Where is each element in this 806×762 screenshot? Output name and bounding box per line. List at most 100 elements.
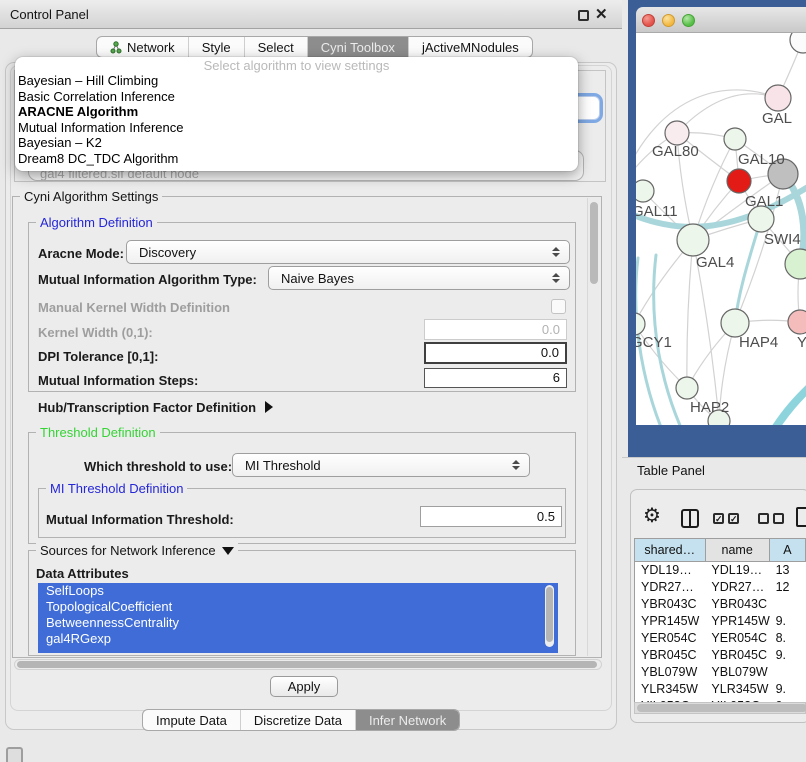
attribute-list-item[interactable]: TopologicalCoefficient [38, 599, 558, 615]
tab-discretize-data[interactable]: Discretize Data [241, 710, 356, 730]
kernel-width-input[interactable]: 0.0 [424, 319, 567, 340]
settings-scrollbar[interactable] [587, 198, 599, 656]
which-threshold-label: Which threshold to use: [84, 459, 232, 474]
tab-select[interactable]: Select [245, 37, 308, 57]
table-cell: 9. [770, 681, 806, 698]
tab-label: Infer Network [369, 710, 446, 731]
table-cell: YER054C [635, 630, 705, 647]
sources-title[interactable]: Sources for Network Inference [36, 543, 238, 558]
dropdown-item[interactable]: Dream8 DC_TDC Algorithm [15, 151, 578, 167]
tab-jactivemnodules[interactable]: jActiveMNodules [409, 37, 532, 57]
attribute-list-item[interactable]: BetweennessCentrality [38, 615, 558, 631]
gear-icon[interactable]: ⚙ [643, 503, 661, 529]
table-header-row[interactable]: shared…nameA [635, 539, 806, 562]
zoom-traffic-light-icon[interactable] [682, 14, 695, 27]
network-window-titlebar[interactable] [636, 7, 806, 33]
stepper-arrows-icon [552, 273, 560, 283]
aracne-mode-combobox[interactable]: Discovery [126, 240, 570, 264]
dropdown-item[interactable]: Mutual Information Inference [15, 120, 578, 136]
table-cell: YPR145W [635, 613, 705, 630]
node-table[interactable]: shared…nameA YDL19…YDL19…13YDR27…YDR27…1… [634, 538, 806, 702]
network-node[interactable] [676, 377, 698, 399]
table-horizontal-scrollbar[interactable] [634, 702, 806, 714]
status-corner-icon[interactable] [6, 747, 23, 762]
export-table-icon[interactable] [796, 507, 806, 527]
table-cell: YBR043C [635, 596, 705, 613]
deselect-all-checkbox-icon[interactable] [773, 513, 784, 524]
node-label: GAL80 [652, 143, 699, 160]
table-row[interactable]: YBR045CYBR045C9. [635, 647, 806, 664]
table-row[interactable]: YER054CYER054C8. [635, 630, 806, 647]
mi-steps-input[interactable]: 6 [424, 368, 567, 388]
float-window-icon[interactable] [578, 10, 589, 21]
table-row[interactable]: YBL079WYBL079W [635, 664, 806, 681]
attribute-list-item[interactable]: SelfLoops [38, 583, 558, 599]
network-node[interactable] [721, 309, 749, 337]
node-label: GCY1 [636, 334, 672, 351]
stepper-arrows-icon [552, 247, 560, 257]
network-node[interactable] [790, 33, 806, 53]
manual-kernel-checkbox[interactable] [551, 299, 566, 314]
select-all-checkbox-icon[interactable]: ✓ [728, 513, 739, 524]
dropdown-item[interactable]: ARACNE Algorithm [15, 104, 578, 120]
hub-definition-toggle[interactable]: Hub/Transcription Factor Definition [38, 400, 273, 415]
mi-threshold-input[interactable]: 0.5 [420, 506, 562, 527]
table-cell: YBR043C [705, 596, 769, 613]
table-column-header[interactable]: A [770, 539, 806, 562]
table-body[interactable]: YDL19…YDL19…13YDR27…YDR27…12YBR043CYBR04… [635, 562, 806, 702]
table-row[interactable]: YBR043CYBR043C [635, 596, 806, 613]
which-threshold-combobox[interactable]: MI Threshold [232, 453, 530, 477]
dpi-tolerance-input[interactable]: 0.0 [424, 342, 567, 364]
node-label: GAL11 [636, 203, 678, 220]
dropdown-item-list: Bayesian – Hill ClimbingBasic Correlatio… [15, 73, 578, 166]
node-label: GAL1 [745, 193, 783, 210]
aracne-mode-value: Discovery [139, 245, 196, 260]
table-cell: 13 [770, 562, 806, 579]
dropdown-item[interactable]: Basic Correlation Inference [15, 89, 578, 105]
network-node[interactable] [636, 180, 654, 202]
network-canvas[interactable]: GALGAL80GAL10GAL1GAL11SWI4GAL4GCY1HAP4YH… [636, 33, 806, 425]
minimize-traffic-light-icon[interactable] [662, 14, 675, 27]
close-icon[interactable]: ✕ [595, 5, 608, 23]
tab-impute-data[interactable]: Impute Data [143, 710, 241, 730]
mi-type-combobox[interactable]: Naive Bayes [268, 266, 570, 290]
dropdown-item[interactable]: Bayesian – Hill Climbing [15, 73, 578, 89]
table-row[interactable]: YDL19…YDL19…13 [635, 562, 806, 579]
table-scrollbar-thumb[interactable] [637, 704, 806, 712]
settings-horizontal-scrollbar-thumb[interactable] [17, 661, 597, 668]
table-row[interactable]: YPR145WYPR145W9. [635, 613, 806, 630]
tab-style[interactable]: Style [189, 37, 245, 57]
network-node[interactable] [665, 121, 689, 145]
dropdown-item[interactable]: Bayesian – K2 [15, 135, 578, 151]
table-row[interactable]: YDR27…YDR27…12 [635, 579, 806, 596]
table-row[interactable]: YLR345WYLR345W9. [635, 681, 806, 698]
tab-cyni-toolbox[interactable]: Cyni Toolbox [308, 37, 409, 57]
network-node[interactable] [785, 249, 806, 279]
algorithm-definition-title: Algorithm Definition [36, 215, 157, 230]
close-traffic-light-icon[interactable] [642, 14, 655, 27]
deselect-all-checkbox-icon[interactable] [758, 513, 769, 524]
network-node[interactable] [636, 313, 645, 335]
apply-button[interactable]: Apply [270, 676, 338, 697]
network-icon [110, 41, 122, 54]
table-column-header[interactable]: name [706, 539, 770, 562]
network-node[interactable] [677, 224, 709, 256]
column-view-icon[interactable] [681, 509, 699, 528]
manual-kernel-label: Manual Kernel Width Definition [38, 300, 230, 315]
mi-threshold-title: MI Threshold Definition [46, 481, 187, 496]
algorithm-dropdown-menu: Select algorithm to view settings Bayesi… [15, 57, 578, 171]
settings-horizontal-scrollbar[interactable] [14, 659, 602, 670]
network-node[interactable] [727, 169, 751, 193]
attribute-list-item[interactable]: gal4RGexp [38, 631, 558, 647]
attribute-list-scrollbar-thumb[interactable] [546, 587, 553, 642]
network-node[interactable] [765, 85, 791, 111]
tab-infer-network[interactable]: Infer Network [356, 710, 459, 730]
select-all-checkbox-icon[interactable]: ✓ [713, 513, 724, 524]
tab-network[interactable]: Network [97, 37, 189, 57]
settings-scrollbar-thumb[interactable] [590, 202, 598, 284]
table-column-header[interactable]: shared… [635, 539, 706, 562]
network-node[interactable] [788, 310, 806, 334]
attribute-list-scrollbar[interactable] [545, 585, 554, 647]
network-node[interactable] [724, 128, 746, 150]
data-attributes-list[interactable]: SelfLoopsTopologicalCoefficientBetweenne… [38, 583, 558, 653]
